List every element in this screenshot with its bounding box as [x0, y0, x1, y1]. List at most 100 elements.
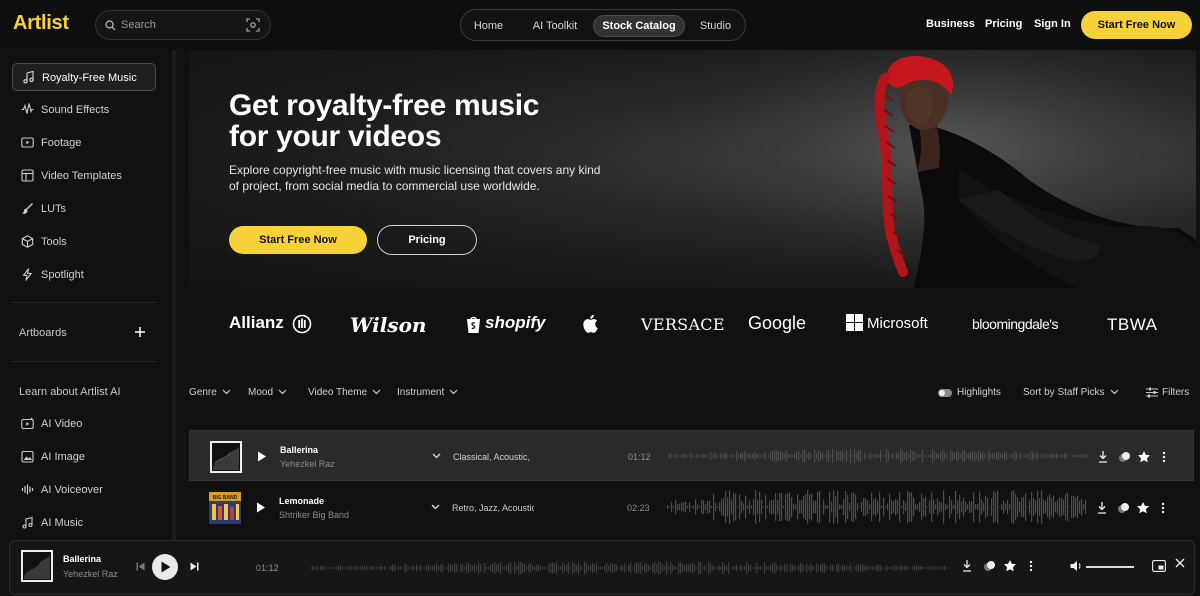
waveform-bar [508, 563, 510, 573]
chevron-down-icon[interactable] [432, 453, 441, 459]
track-title[interactable]: Lemonade [279, 496, 324, 506]
waveform-bar [514, 562, 516, 574]
chevron-down-icon [372, 389, 381, 395]
track-artwork[interactable]: BIG BAND [209, 492, 241, 524]
tab-ai-toolkit[interactable]: AI Toolkit [526, 15, 584, 37]
genre-filter[interactable]: Genre [189, 387, 231, 398]
waveform-bar [877, 500, 879, 514]
sidebar-item-sound-effects[interactable]: Sound Effects [12, 96, 156, 124]
sign-in-link[interactable]: Sign In [1034, 18, 1071, 30]
sidebar-item-spotlight[interactable]: Spotlight [12, 261, 156, 289]
close-icon[interactable] [1175, 558, 1185, 568]
waveform-bar [896, 566, 898, 570]
more-options-icon[interactable] [1162, 451, 1166, 463]
download-icon[interactable] [1099, 451, 1107, 463]
play-pause-button[interactable] [152, 554, 178, 580]
star-icon[interactable] [1138, 451, 1150, 463]
sidebar-item-footage[interactable]: Footage [12, 129, 156, 157]
play-icon[interactable] [257, 451, 267, 462]
instrument-filter[interactable]: Instrument [397, 387, 458, 398]
sidebar-item-royalty-free-music[interactable]: Royalty-Free Music [12, 63, 156, 91]
waveform-bar [748, 564, 750, 572]
track-artist[interactable]: Yehezkel Raz [280, 459, 335, 469]
player-artwork[interactable] [21, 550, 53, 582]
business-link[interactable]: Business [926, 18, 975, 30]
star-icon[interactable] [1004, 560, 1016, 572]
start-free-now-button[interactable]: Start Free Now [1081, 11, 1192, 39]
track-row[interactable]: Ballerina Yehezkel Raz Classical, Acoust… [189, 430, 1194, 481]
waveform-bar [848, 566, 850, 570]
waveform-bar [882, 455, 884, 457]
hero-title: Get royalty-free music for your videos [229, 90, 539, 152]
track-artwork[interactable] [210, 441, 242, 473]
waveform-bar [955, 490, 957, 524]
waveform-bar [894, 564, 896, 572]
mood-filter[interactable]: Mood [248, 387, 287, 398]
waveform-bar [917, 504, 919, 510]
volume-icon[interactable] [1070, 560, 1083, 572]
sidebar-item-luts[interactable]: LUTs [12, 195, 156, 223]
track-row[interactable]: BIG BAND Lemonade Shtriker Big Band Retr… [189, 482, 1194, 533]
search-bar[interactable]: Search [95, 10, 271, 40]
waveform-bar [861, 501, 863, 513]
artboards-heading[interactable]: Artboards [19, 327, 67, 339]
waveform-bar [828, 567, 830, 569]
waveform-bar [394, 564, 396, 572]
sidebar-scrollbar[interactable] [172, 50, 176, 540]
sidebar-item-tools[interactable]: Tools [12, 228, 156, 256]
player-waveform[interactable] [310, 553, 950, 583]
play-icon[interactable] [256, 502, 266, 513]
star-icon[interactable] [1137, 502, 1149, 514]
waveform-bar [927, 506, 929, 508]
highlights-toggle[interactable] [938, 389, 952, 397]
download-icon[interactable] [963, 560, 971, 572]
search-input[interactable]: Search [121, 19, 156, 31]
tab-stock-catalog[interactable]: Stock Catalog [593, 15, 685, 37]
similar-tracks-icon[interactable] [1118, 503, 1129, 513]
filters-button[interactable]: Filters [1146, 387, 1189, 398]
main-nav: Home AI Toolkit Stock Catalog Studio [460, 9, 746, 41]
mini-player-icon[interactable] [1152, 560, 1166, 572]
waveform-bar [680, 562, 682, 574]
sidebar-item-video-templates[interactable]: Video Templates [12, 162, 156, 190]
tab-home[interactable]: Home [470, 15, 507, 37]
chevron-down-icon[interactable] [431, 504, 440, 510]
next-track-icon[interactable] [190, 562, 199, 571]
waveform-bar [676, 453, 678, 459]
add-artboard-icon[interactable] [133, 325, 147, 339]
hero-start-free-button[interactable]: Start Free Now [229, 226, 367, 254]
brand-logos-strip: Allianz Wilson shopify VERSACE Google Mi… [189, 288, 1196, 360]
image-search-icon[interactable] [246, 18, 260, 32]
waveform-bar [898, 453, 900, 459]
similar-tracks-icon[interactable] [984, 561, 995, 571]
track-artist[interactable]: Shtriker Big Band [279, 510, 349, 520]
previous-track-icon[interactable] [136, 562, 145, 571]
download-icon[interactable] [1098, 502, 1106, 514]
more-options-icon[interactable] [1029, 560, 1033, 572]
sidebar-item-ai-image[interactable]: AI Image [12, 443, 156, 471]
waveform-bar [366, 565, 368, 571]
track-waveform[interactable] [668, 439, 1088, 473]
waveform-bar [890, 566, 892, 570]
waveform-bar [831, 501, 833, 513]
sidebar-item-ai-voiceover[interactable]: AI Voiceover [12, 476, 156, 504]
similar-tracks-icon[interactable] [1119, 452, 1130, 462]
track-waveform[interactable] [667, 490, 1087, 524]
waveform-bar [788, 567, 790, 569]
waveform-bar [434, 564, 436, 571]
pricing-link[interactable]: Pricing [985, 18, 1022, 30]
sidebar-item-ai-music[interactable]: AI Music [12, 509, 156, 537]
sort-dropdown[interactable]: Sort by Staff Picks [1023, 387, 1119, 398]
player-track-artist[interactable]: Yehezkel Raz [63, 569, 118, 579]
artlist-logo[interactable]: Artlist [13, 12, 69, 35]
player-track-title[interactable]: Ballerina [63, 554, 101, 564]
video-theme-filter[interactable]: Video Theme [308, 387, 381, 398]
sidebar-item-ai-video[interactable]: AI Video [12, 410, 156, 438]
more-options-icon[interactable] [1161, 502, 1165, 514]
track-title[interactable]: Ballerina [280, 445, 318, 455]
waveform-bar [965, 501, 967, 513]
volume-slider[interactable] [1086, 566, 1134, 568]
tab-studio[interactable]: Studio [694, 15, 737, 37]
waveform-bar [710, 563, 712, 573]
hero-pricing-button[interactable]: Pricing [377, 225, 477, 255]
